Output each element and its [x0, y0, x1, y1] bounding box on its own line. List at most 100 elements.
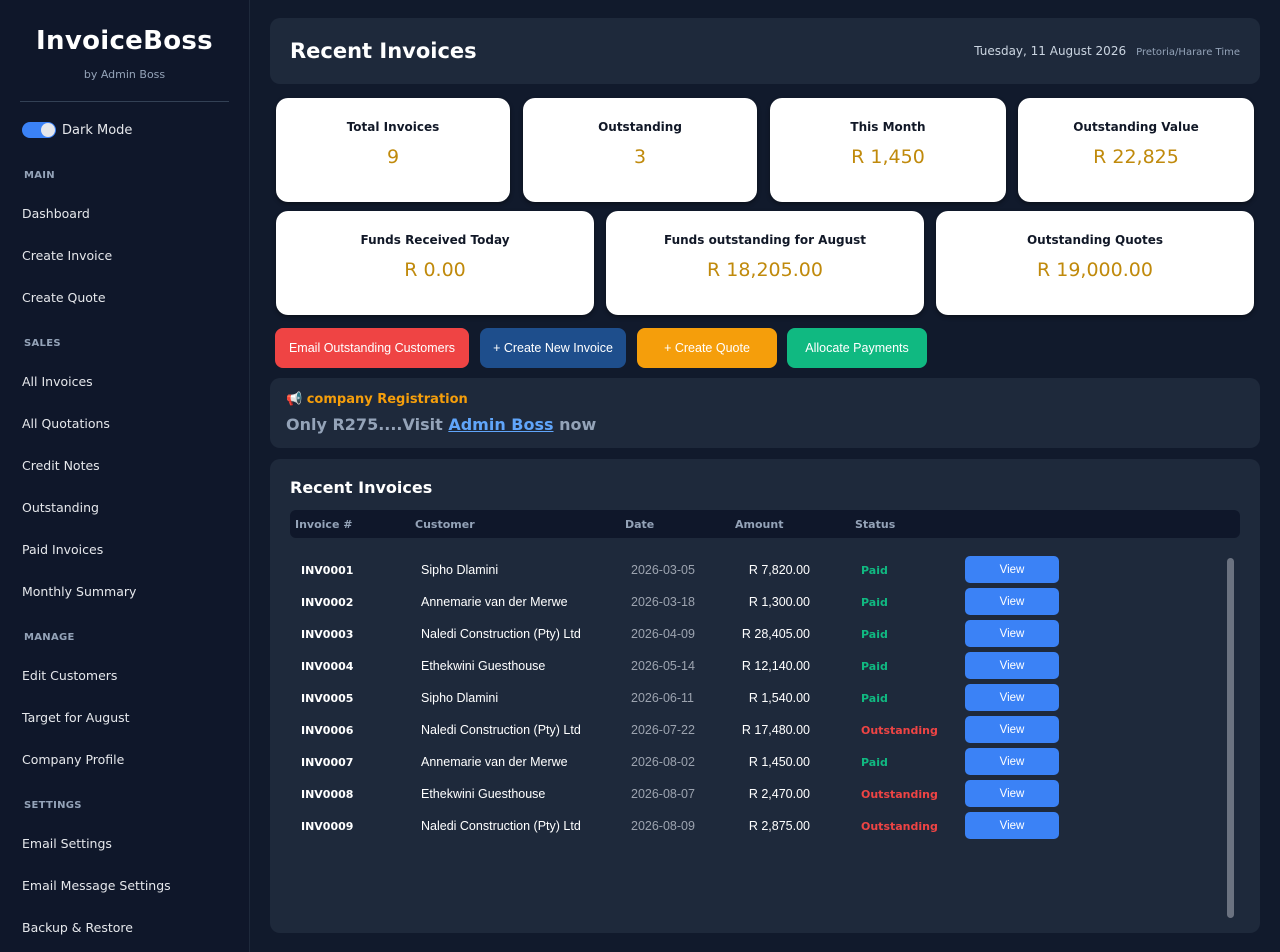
view-button[interactable]: View — [965, 556, 1059, 583]
megaphone-icon: 📢 — [286, 392, 303, 407]
sidebar-item-company-profile[interactable]: Company Profile — [22, 752, 124, 767]
dark-mode-row[interactable]: Dark Mode — [20, 120, 229, 140]
table-header: Invoice # Customer Date Amount Status — [290, 510, 1240, 538]
invoice-amount: R 12,140.00 — [741, 659, 810, 673]
sidebar-item-outstanding[interactable]: Outstanding — [22, 500, 99, 515]
allocate-payments-button[interactable]: Allocate Payments — [787, 328, 927, 368]
view-button[interactable]: View — [965, 652, 1059, 679]
sidebar-item-create-quote[interactable]: Create Quote — [22, 290, 106, 305]
customer-name: Naledi Construction (Pty) Ltd — [421, 723, 581, 737]
stat-value: 3 — [633, 146, 647, 168]
customer-name: Naledi Construction (Pty) Ltd — [421, 627, 581, 641]
email-outstanding-button[interactable]: Email Outstanding Customers — [275, 328, 469, 368]
invoice-amount: R 7,820.00 — [748, 563, 810, 577]
section-label-manage: MANAGE — [24, 632, 75, 643]
stat-value: R 18,205.00 — [707, 259, 823, 281]
table-row: INV0005 Sipho Dlamini 2026-06-11 R 1,540.00… — [270, 684, 1220, 712]
sidebar-item-email-message-settings[interactable]: Email Message Settings — [22, 878, 171, 893]
invoice-date: 2026-08-09 — [631, 819, 695, 833]
stat-label: Total Invoices — [346, 120, 440, 134]
invoice-number: INV0001 — [301, 564, 354, 577]
sidebar-item-all-quotations[interactable]: All Quotations — [22, 416, 110, 431]
sidebar-item-edit-customers[interactable]: Edit Customers — [22, 668, 117, 683]
create-invoice-button[interactable]: + Create New Invoice — [480, 328, 626, 368]
table-scrollbar[interactable] — [1227, 558, 1234, 918]
create-quote-button[interactable]: + Create Quote — [637, 328, 777, 368]
view-button[interactable]: View — [965, 748, 1059, 775]
brand-title: InvoiceBoss — [36, 26, 213, 56]
invoice-amount: R 2,470.00 — [748, 787, 810, 801]
sidebar-item-paid-invoices[interactable]: Paid Invoices — [22, 542, 103, 557]
brand-divider — [20, 101, 229, 102]
sidebar-item-all-invoices[interactable]: All Invoices — [22, 374, 93, 389]
stat-label: Outstanding Quotes — [1026, 233, 1164, 247]
stat-card-outstanding-value: Outstanding Value R 22,825 — [1018, 98, 1254, 202]
table-row: INV0007 Annemarie van der Merwe 2026-08-02… — [270, 748, 1220, 776]
dark-mode-toggle[interactable] — [22, 122, 56, 138]
invoice-number: INV0008 — [301, 788, 354, 801]
invoice-date: 2026-04-09 — [631, 627, 695, 641]
sidebar-item-target[interactable]: Target for August — [22, 710, 130, 725]
promo-banner: 📢 company Registration Only R275....Visi… — [270, 378, 1260, 448]
sidebar-item-monthly-summary[interactable]: Monthly Summary — [22, 584, 136, 599]
promo-text-after: now — [553, 415, 597, 434]
timezone-label: Pretoria/Harare Time — [1136, 47, 1240, 58]
current-date: Tuesday, 11 August 2026 — [974, 44, 1127, 58]
promo-text-before: Only R275....Visit — [286, 415, 449, 434]
recent-invoices-panel: Recent Invoices Invoice # Customer Date … — [270, 459, 1260, 933]
invoice-number: INV0003 — [301, 628, 354, 641]
section-label-settings: SETTINGS — [24, 800, 82, 811]
table-row: INV0002 Annemarie van der Merwe 2026-03-18… — [270, 588, 1220, 616]
section-label-main: MAIN — [24, 170, 55, 181]
invoice-amount: R 28,405.00 — [741, 627, 810, 641]
table-row: INV0008 Ethekwini Guesthouse 2026-08-07 R 2… — [270, 780, 1220, 808]
invoice-number: INV0007 — [301, 756, 354, 769]
status-badge: Paid — [861, 692, 888, 705]
column-header-invoice: Invoice # — [295, 518, 353, 531]
sidebar-item-dashboard[interactable]: Dashboard — [22, 206, 90, 221]
table-row: INV0001 Sipho Dlamini 2026-03-05 R 7,820.00… — [270, 556, 1220, 584]
promo-link[interactable]: Admin Boss — [448, 415, 553, 434]
invoice-amount: R 17,480.00 — [741, 723, 810, 737]
column-header-date: Date — [625, 518, 655, 531]
toggle-knob — [41, 123, 55, 137]
sidebar-item-credit-notes[interactable]: Credit Notes — [22, 458, 100, 473]
column-header-customer: Customer — [415, 518, 475, 531]
stat-value: R 0.00 — [404, 259, 466, 281]
status-badge: Paid — [861, 660, 888, 673]
table-row: INV0009 Naledi Construction (Pty) Ltd 2026… — [270, 812, 1220, 840]
view-button[interactable]: View — [965, 684, 1059, 711]
customer-name: Sipho Dlamini — [421, 563, 499, 577]
customer-name: Annemarie van der Merwe — [421, 755, 568, 769]
view-button[interactable]: View — [965, 780, 1059, 807]
customer-name: Naledi Construction (Pty) Ltd — [421, 819, 581, 833]
customer-name: Sipho Dlamini — [421, 691, 499, 705]
invoice-number: INV0002 — [301, 596, 354, 609]
sidebar-item-email-settings[interactable]: Email Settings — [22, 836, 112, 851]
column-header-status: Status — [855, 518, 896, 531]
section-label-sales: SALES — [24, 338, 61, 349]
invoice-amount: R 1,300.00 — [748, 595, 810, 609]
stat-card-total-invoices: Total Invoices 9 — [276, 98, 510, 202]
sidebar-item-create-invoice[interactable]: Create Invoice — [22, 248, 112, 263]
stat-card-funds-received-today: Funds Received Today R 0.00 — [276, 211, 594, 315]
invoice-date: 2026-05-14 — [631, 659, 695, 673]
table-row: INV0004 Ethekwini Guesthouse 2026-05-14 R 1… — [270, 652, 1220, 680]
view-button[interactable]: View — [965, 588, 1059, 615]
view-button[interactable]: View — [965, 620, 1059, 647]
page-title: Recent Invoices — [290, 39, 477, 63]
invoice-date: 2026-06-11 — [631, 691, 695, 705]
status-badge: Paid — [861, 628, 888, 641]
sidebar-item-backup-restore[interactable]: Backup & Restore — [22, 920, 133, 935]
status-badge: Outstanding — [861, 820, 938, 833]
status-badge: Outstanding — [861, 724, 938, 737]
invoice-date: 2026-03-18 — [631, 595, 695, 609]
status-badge: Paid — [861, 596, 888, 609]
view-button[interactable]: View — [965, 716, 1059, 743]
customer-name: Ethekwini Guesthouse — [421, 787, 546, 801]
stat-value: R 22,825 — [1093, 146, 1179, 168]
view-button[interactable]: View — [965, 812, 1059, 839]
column-header-amount: Amount — [735, 518, 784, 531]
invoice-date: 2026-08-02 — [631, 755, 695, 769]
status-badge: Outstanding — [861, 788, 938, 801]
